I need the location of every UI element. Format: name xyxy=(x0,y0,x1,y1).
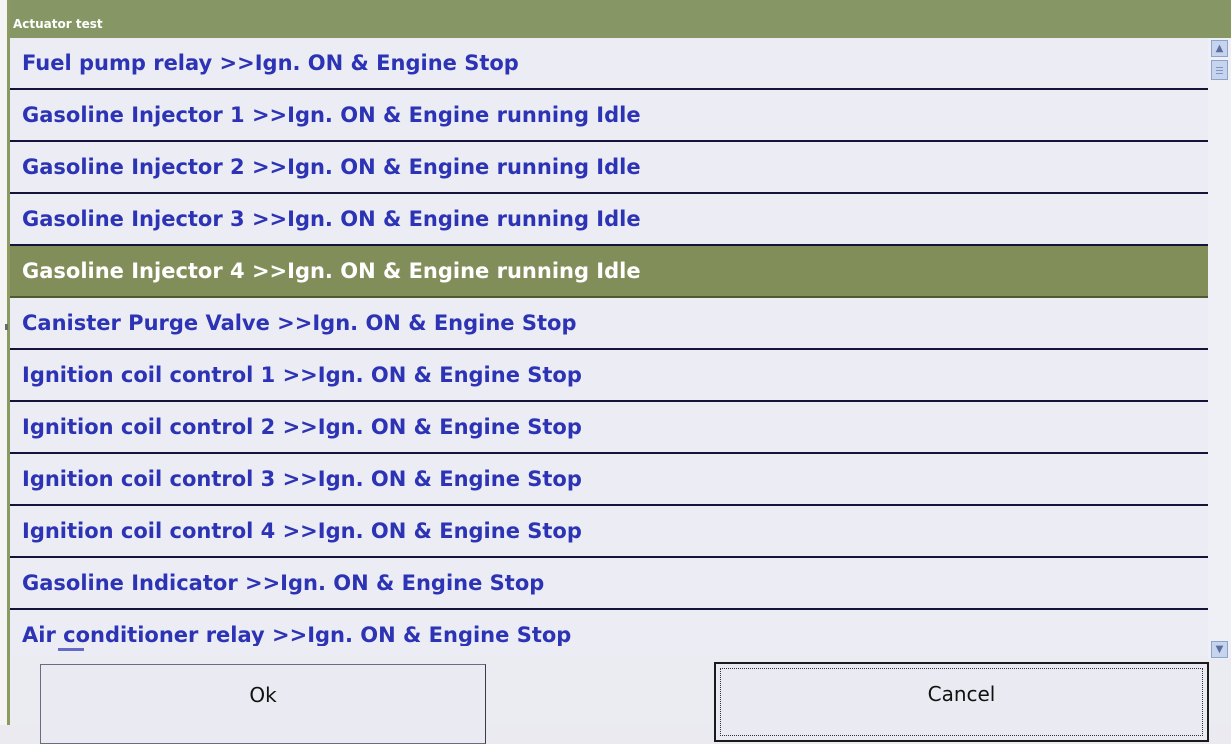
ok-button[interactable]: Ok xyxy=(40,664,486,744)
edge-marker xyxy=(5,324,8,330)
list-item[interactable]: Gasoline Injector 1 >>Ign. ON & Engine r… xyxy=(10,90,1208,142)
next-item-peek xyxy=(58,648,84,651)
list-item-label: Ignition coil control 4 >>Ign. ON & Engi… xyxy=(22,519,582,543)
thumb-grip-line xyxy=(1216,73,1223,74)
list-item[interactable]: Ignition coil control 3 >>Ign. ON & Engi… xyxy=(10,454,1208,506)
list-item-label: Gasoline Injector 1 >>Ign. ON & Engine r… xyxy=(22,103,641,127)
scrollbar-thumb[interactable] xyxy=(1211,60,1228,80)
actuator-list[interactable]: Fuel pump relay >>Ign. ON & Engine Stop … xyxy=(10,38,1208,646)
focus-rectangle xyxy=(720,668,1203,736)
list-item-label: Canister Purge Valve >>Ign. ON & Engine … xyxy=(22,311,577,335)
list-item-label: Gasoline Injector 4 >>Ign. ON & Engine r… xyxy=(22,259,641,283)
list-item-selected[interactable]: Gasoline Injector 4 >>Ign. ON & Engine r… xyxy=(10,246,1208,298)
list-item-label: Gasoline Indicator >>Ign. ON & Engine St… xyxy=(22,571,545,595)
list-item-label: Ignition coil control 2 >>Ign. ON & Engi… xyxy=(22,415,582,439)
list-item-label: Gasoline Injector 2 >>Ign. ON & Engine r… xyxy=(22,155,641,179)
list-item[interactable]: Gasoline Injector 3 >>Ign. ON & Engine r… xyxy=(10,194,1208,246)
title-bar: Actuator test xyxy=(10,0,1231,38)
chevron-up-icon[interactable]: ▲ xyxy=(1211,40,1228,57)
list-item[interactable]: Gasoline Indicator >>Ign. ON & Engine St… xyxy=(10,558,1208,610)
list-item[interactable]: Air conditioner relay >>Ign. ON & Engine… xyxy=(10,610,1208,646)
list-item-label: Fuel pump relay >>Ign. ON & Engine Stop xyxy=(22,51,519,75)
window-title: Actuator test xyxy=(13,17,103,31)
list-item[interactable]: Fuel pump relay >>Ign. ON & Engine Stop xyxy=(10,38,1208,90)
list-overflow-area xyxy=(10,646,1208,656)
actuator-test-window: Actuator test Fuel pump relay >>Ign. ON … xyxy=(10,0,1231,744)
list-item-label: Gasoline Injector 3 >>Ign. ON & Engine r… xyxy=(22,207,641,231)
thumb-grip-line xyxy=(1216,70,1223,71)
list-item-label: Ignition coil control 3 >>Ign. ON & Engi… xyxy=(22,467,582,491)
list-item-label: Air conditioner relay >>Ign. ON & Engine… xyxy=(22,623,572,646)
list-item[interactable]: Ignition coil control 2 >>Ign. ON & Engi… xyxy=(10,402,1208,454)
thumb-grip-line xyxy=(1216,67,1223,68)
list-item[interactable]: Gasoline Injector 2 >>Ign. ON & Engine r… xyxy=(10,142,1208,194)
list-item-label: Ignition coil control 1 >>Ign. ON & Engi… xyxy=(22,363,582,387)
chevron-down-icon[interactable]: ▼ xyxy=(1211,641,1228,658)
list-item[interactable]: Canister Purge Valve >>Ign. ON & Engine … xyxy=(10,298,1208,350)
cancel-button[interactable]: Cancel xyxy=(714,662,1209,742)
vertical-scrollbar[interactable]: ▲ ▼ xyxy=(1208,38,1231,659)
list-item[interactable]: Ignition coil control 1 >>Ign. ON & Engi… xyxy=(10,350,1208,402)
left-window-edge xyxy=(0,0,10,725)
list-item[interactable]: Ignition coil control 4 >>Ign. ON & Engi… xyxy=(10,506,1208,558)
